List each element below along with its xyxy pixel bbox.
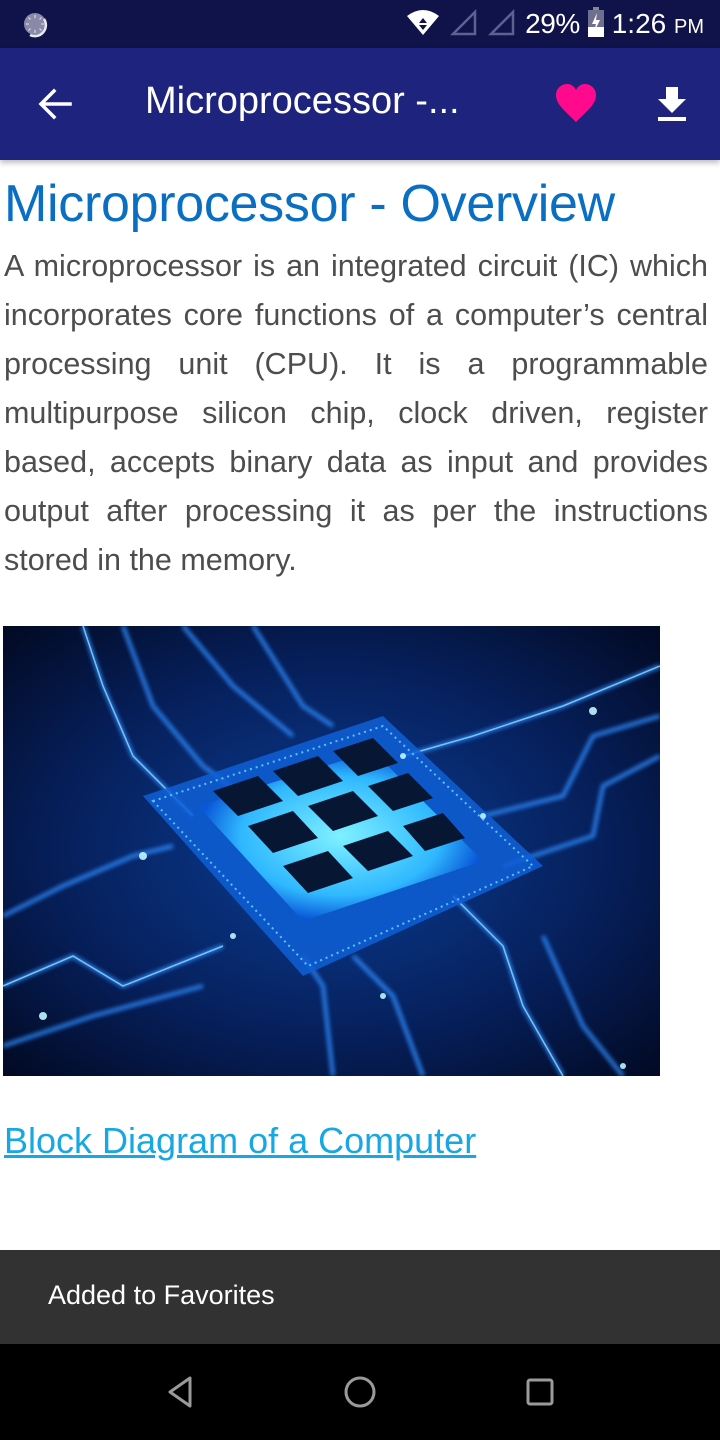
battery-percent: 29% [525,8,580,39]
snackbar-message: Added to Favorites [48,1280,275,1310]
loading-circle-icon [22,11,50,39]
status-bar: 29% 1:26 PM [0,0,720,48]
back-button[interactable] [36,84,76,124]
download-icon [652,87,692,128]
arrow-back-icon [36,88,76,128]
page-heading: Microprocessor - Overview [4,175,615,233]
article-paragraph: A microprocessor is an integrated circui… [4,249,708,577]
block-diagram-link[interactable]: Block Diagram of a Computer [4,1120,476,1162]
favorite-button[interactable] [554,82,598,126]
system-nav-bar [0,1344,720,1440]
clock-time: 1:26 [611,8,667,39]
clock: 1:26 PM [612,8,704,40]
app-title: Microprocessor -... [145,80,460,122]
article-content: Microprocessor - Overview A microprocess… [0,160,720,1250]
nav-recents-icon [522,1378,558,1414]
nav-home-button[interactable] [342,1374,378,1410]
nav-home-icon [342,1376,378,1414]
nav-back-icon [162,1376,198,1414]
status-indicators: 29% 1:26 PM [405,0,704,48]
heart-icon [554,84,598,130]
signal-empty-icon [487,8,517,41]
download-button[interactable] [652,84,692,124]
snackbar: Added to Favorites [0,1250,720,1344]
app-bar: Microprocessor -... [0,48,720,160]
battery-charging-icon [587,6,604,42]
microprocessor-image [3,626,660,1076]
signal-empty-icon [449,8,479,41]
clock-ampm: PM [674,16,704,38]
nav-recents-button[interactable] [522,1374,558,1410]
wifi-data-icon [405,8,441,41]
nav-back-button[interactable] [162,1374,198,1410]
